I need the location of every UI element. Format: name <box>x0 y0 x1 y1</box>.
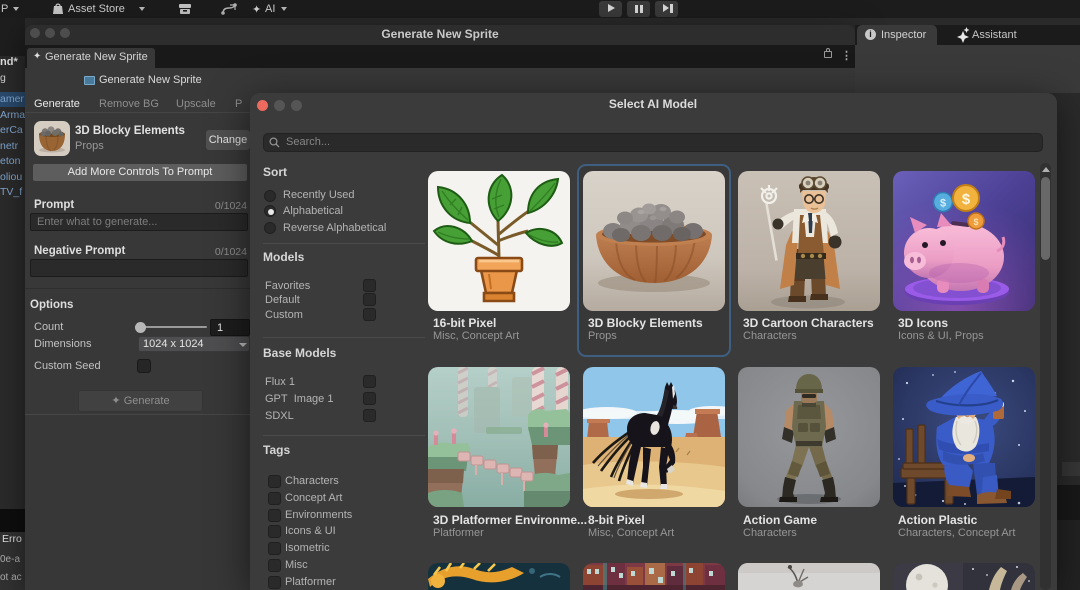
svg-text:$: $ <box>940 198 946 210</box>
svg-text:$: $ <box>973 217 978 227</box>
svg-text:$: $ <box>962 191 971 208</box>
